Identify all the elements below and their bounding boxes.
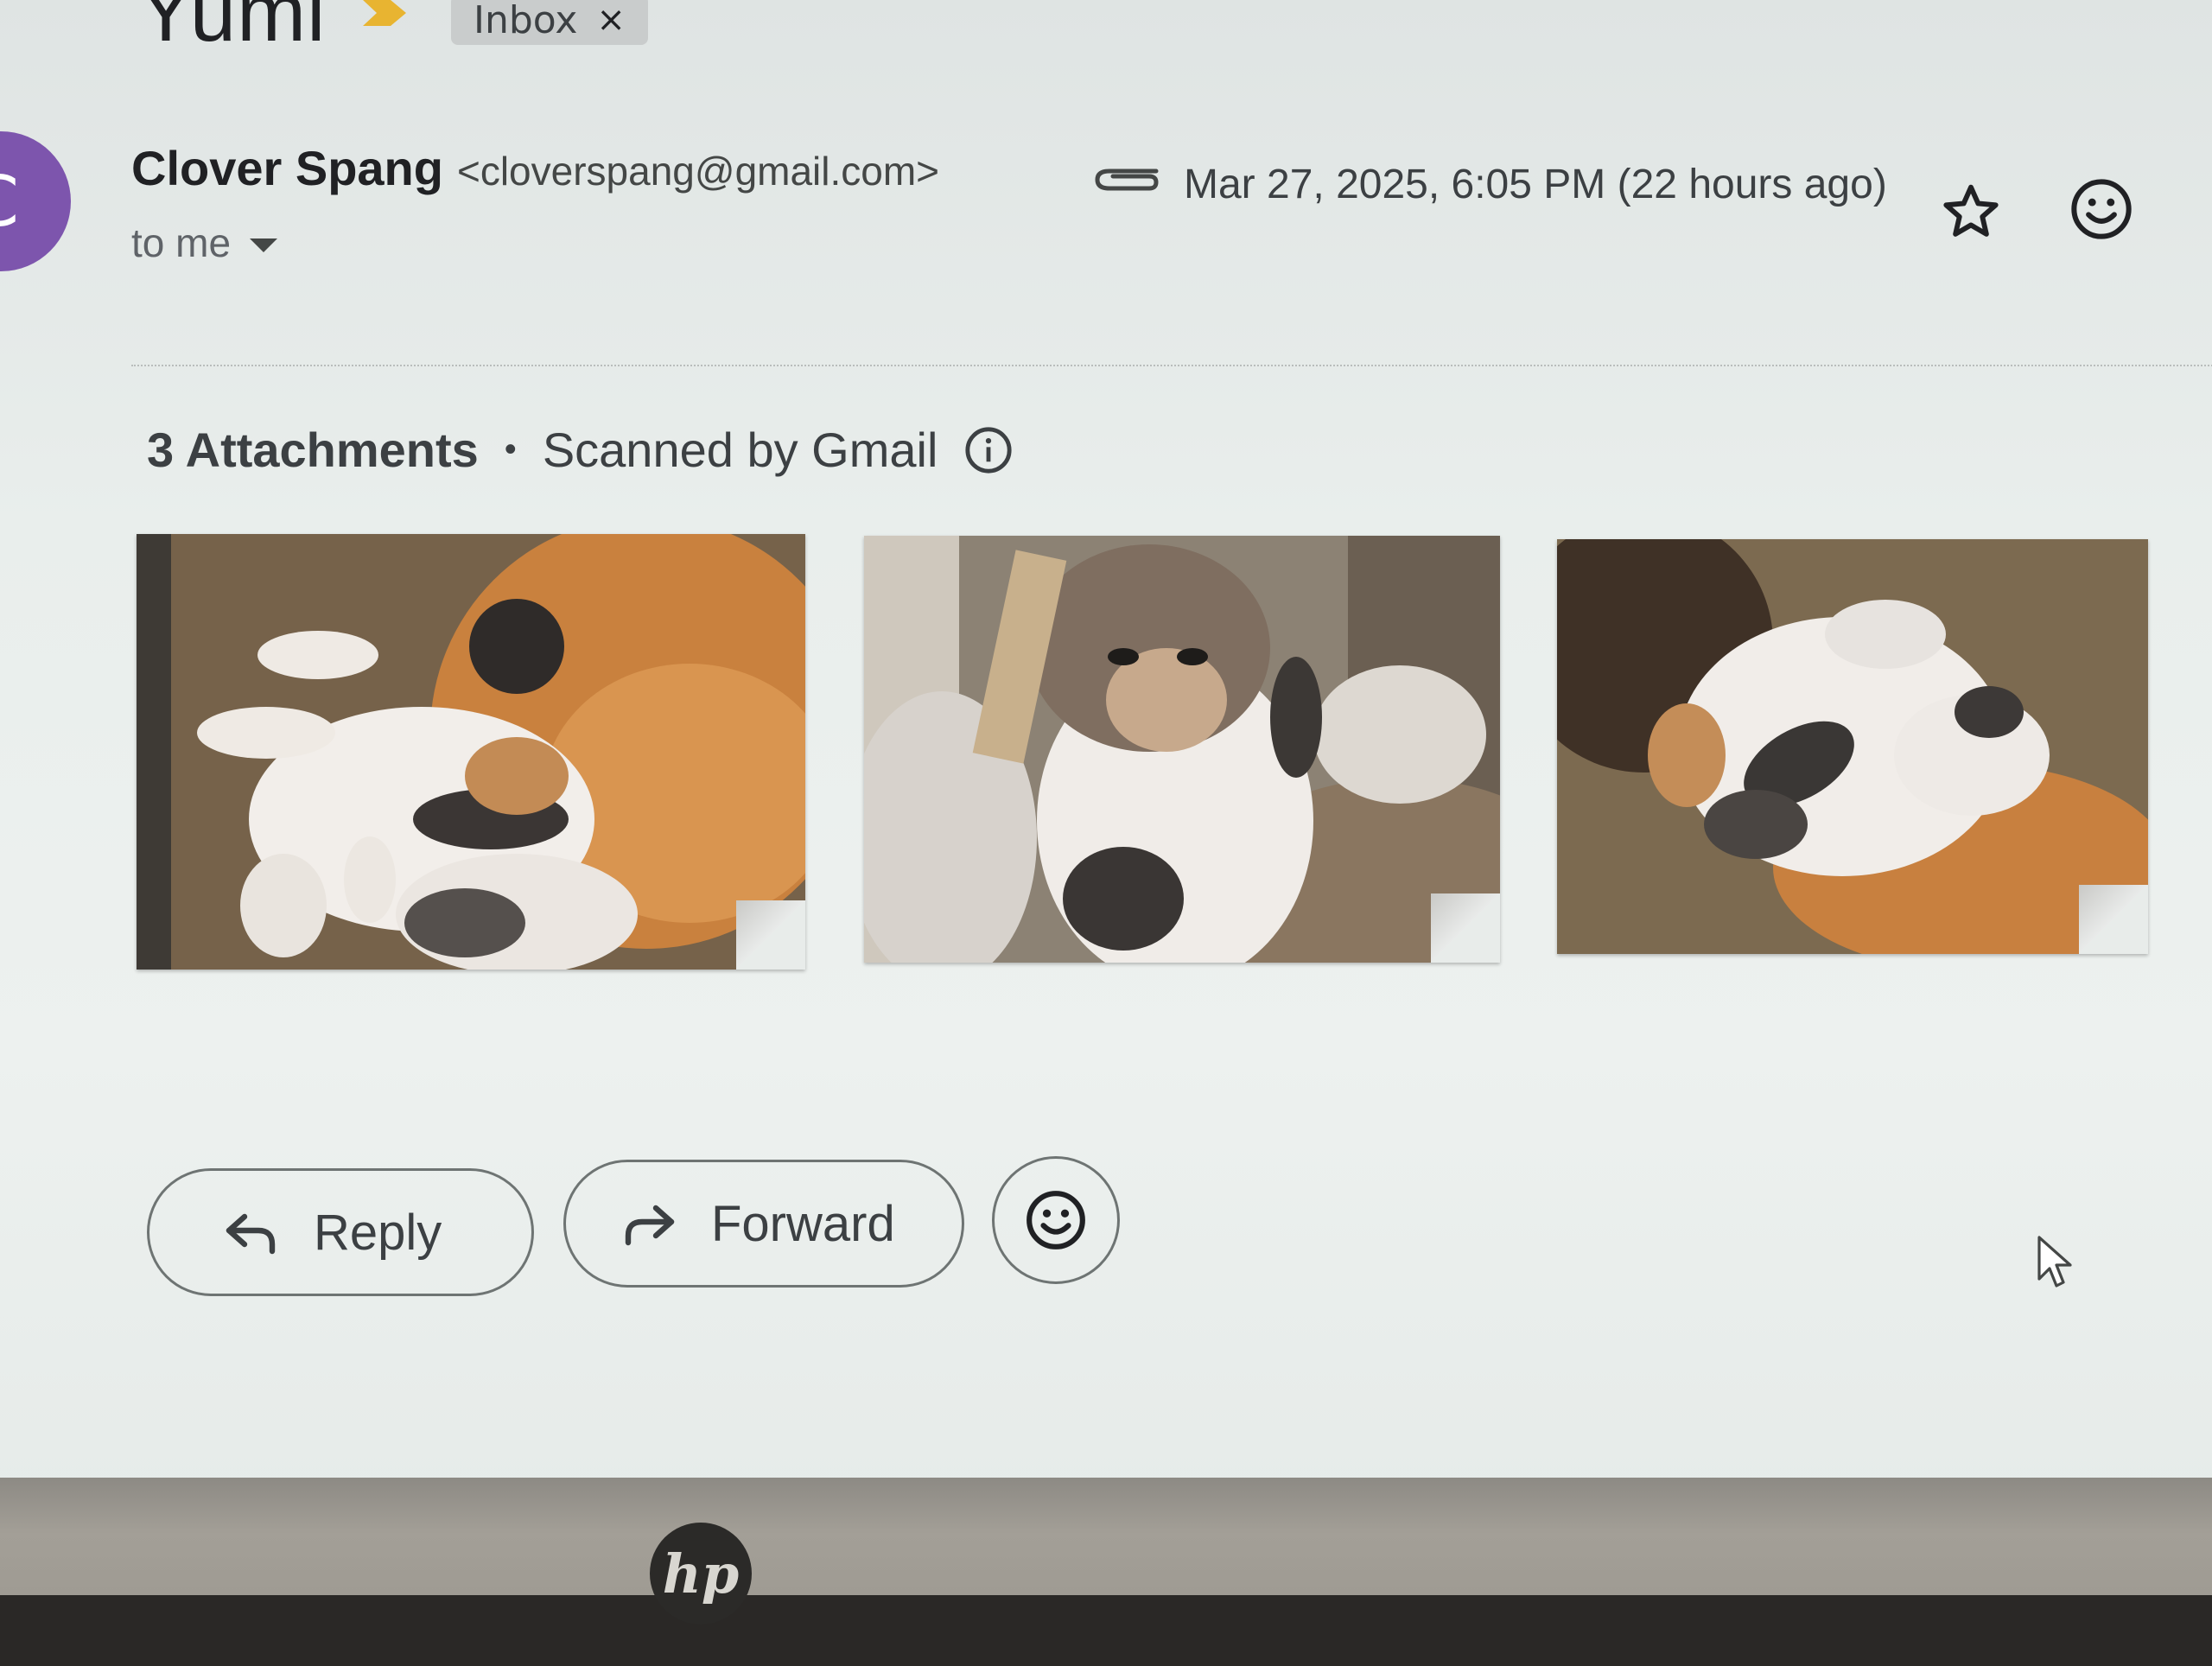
- sender-name[interactable]: Clover Spang: [131, 140, 443, 196]
- image-corner-fold: [2079, 885, 2148, 954]
- attachments-header: 3 Attachments • Scanned by Gmail: [147, 422, 1014, 478]
- sender-email: <cloverspang@gmail.com>: [456, 149, 940, 194]
- sender-line: Clover Spang <cloverspang@gmail.com>: [131, 140, 939, 196]
- reply-button[interactable]: Reply: [147, 1168, 534, 1296]
- cat-photo-image: [137, 534, 805, 970]
- sender-avatar[interactable]: C: [0, 131, 71, 271]
- emoji-smile-icon: [1027, 1191, 1085, 1250]
- info-icon[interactable]: [963, 425, 1014, 475]
- email-timestamp: Mar 27, 2025, 6:05 PM (22 hours ago): [1184, 162, 1887, 207]
- attachment-thumbnail[interactable]: [864, 536, 1500, 963]
- forward-label: Forward: [711, 1195, 895, 1252]
- recipient-text: to me: [131, 220, 232, 265]
- attachments-count: 3 Attachments: [147, 423, 479, 477]
- remove-label-icon[interactable]: ×: [596, 0, 626, 40]
- cat-photo-image: [864, 536, 1500, 963]
- inbox-label-text: Inbox: [474, 0, 578, 42]
- attachment-thumbnail[interactable]: [1557, 539, 2148, 954]
- header-divider: [131, 365, 2212, 366]
- avatar-initial: C: [0, 162, 19, 242]
- inbox-label-chip[interactable]: Inbox ×: [451, 0, 648, 45]
- hp-logo: hp: [650, 1523, 752, 1625]
- cat-photo-image: [1557, 539, 2148, 954]
- monitor-screen: Yumi Inbox × C Clover Spang <cloverspang…: [0, 0, 2212, 1504]
- reply-label: Reply: [314, 1204, 442, 1261]
- emoji-reaction-button[interactable]: [992, 1156, 1120, 1284]
- desk-background: [0, 1595, 2212, 1666]
- mouse-pointer-icon: [2037, 1236, 2072, 1288]
- chevron-down-icon[interactable]: [250, 238, 278, 252]
- paperclip-icon: [1095, 169, 1159, 191]
- recipient-details[interactable]: to me: [131, 219, 278, 266]
- image-corner-fold: [736, 900, 805, 970]
- scan-status: Scanned by Gmail: [542, 423, 938, 477]
- attachment-thumbnail[interactable]: [137, 534, 805, 970]
- separator-dot: •: [504, 430, 517, 468]
- reply-arrow-icon: [226, 1213, 276, 1255]
- importance-marker-icon[interactable]: [363, 0, 406, 26]
- image-corner-fold: [1431, 893, 1500, 963]
- forward-button[interactable]: Forward: [563, 1160, 964, 1288]
- email-subject: Yumi: [138, 0, 327, 59]
- emoji-smile-icon[interactable]: [2069, 176, 2134, 242]
- star-icon[interactable]: [1939, 180, 2003, 244]
- forward-arrow-icon: [625, 1205, 675, 1246]
